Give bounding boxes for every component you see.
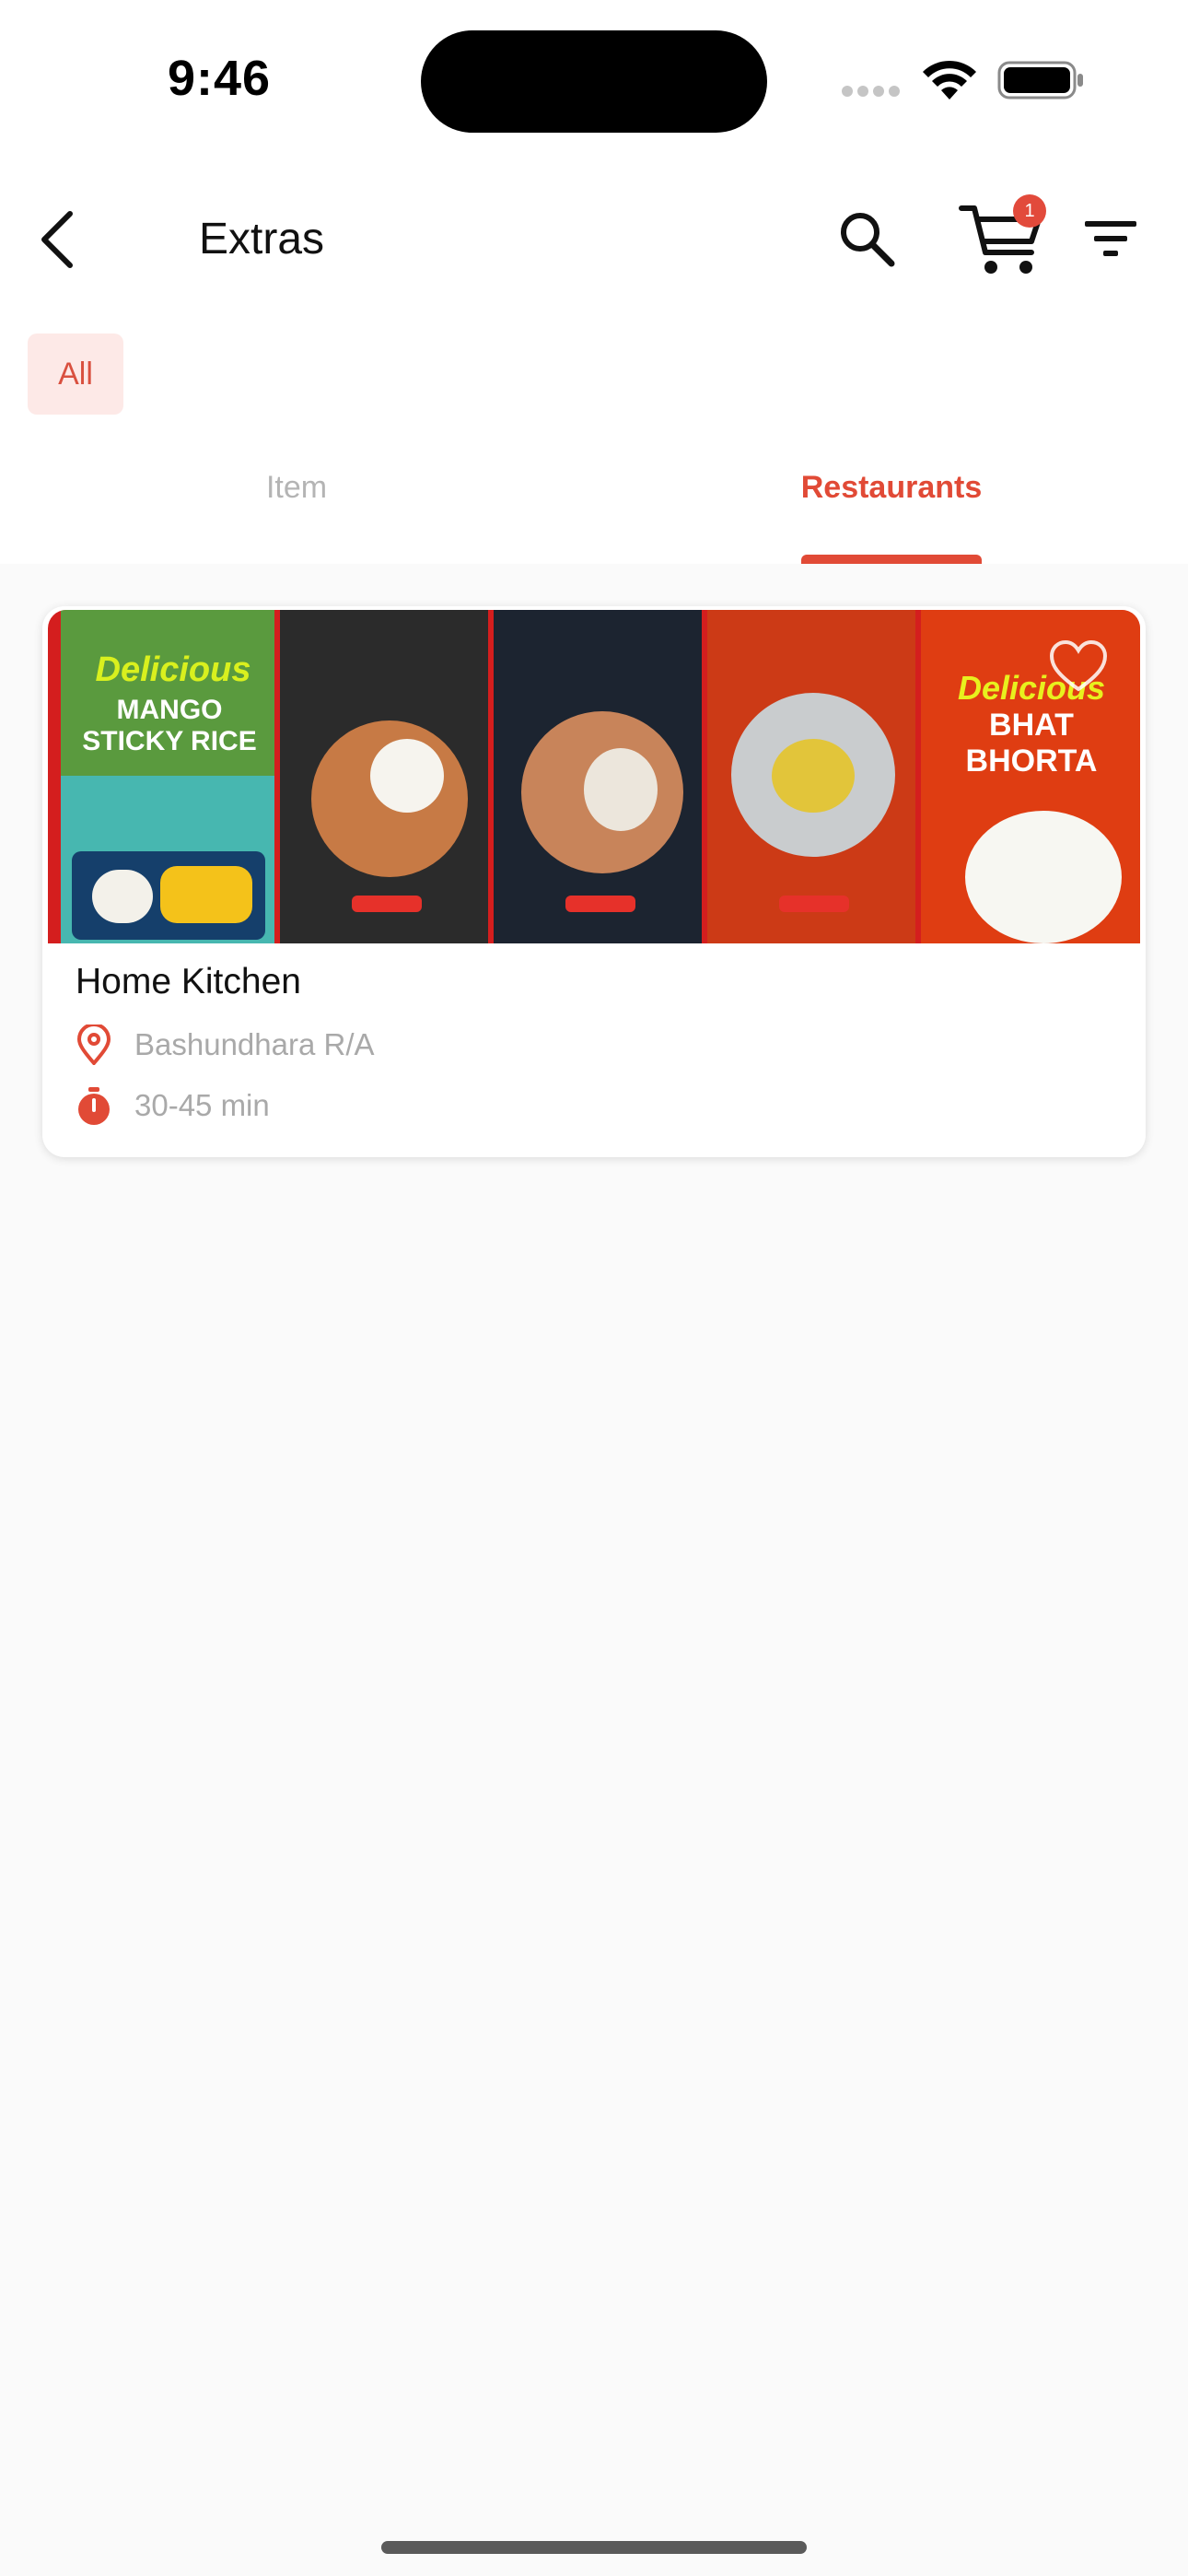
cellular-signal-icon (842, 85, 904, 98)
restaurant-location: Bashundhara R/A (134, 1027, 375, 1061)
dynamic-island (421, 30, 767, 133)
tab-restaurants[interactable]: Restaurants (783, 470, 1000, 506)
timer-icon (78, 1087, 110, 1125)
page-title: Extras (199, 215, 325, 263)
banner-panel-dish (494, 610, 702, 943)
location-pin-icon (76, 1025, 111, 1065)
cart-count-badge: 1 (1013, 194, 1046, 228)
restaurant-location-row: Bashundhara R/A (76, 1025, 375, 1065)
filter-chip-all[interactable]: All (28, 334, 123, 415)
battery-icon (997, 61, 1083, 100)
banner-panel-mango: Delicious MANGO STICKY RICE (61, 610, 274, 943)
active-tab-indicator (801, 555, 982, 564)
banner-subheadline: MANGO STICKY RICE (82, 695, 257, 756)
banner-panel-dish (707, 610, 915, 943)
banner-panel-dish (280, 610, 488, 943)
banner-subheadline: BHAT BHORTA (965, 708, 1098, 779)
wifi-icon (923, 60, 976, 100)
delivery-time: 30-45 min (134, 1088, 270, 1122)
restaurant-time-row: 30-45 min (76, 1085, 270, 1126)
status-time: 9:46 (168, 51, 272, 106)
tab-item[interactable]: Item (212, 470, 381, 506)
banner-headline: Delicious (95, 650, 251, 689)
restaurant-card[interactable]: Delicious MANGO STICKY RICE Delicious BH… (42, 606, 1146, 1157)
back-button[interactable] (33, 206, 88, 273)
filter-button[interactable] (1083, 217, 1138, 262)
favorite-heart-icon[interactable] (1048, 639, 1109, 693)
restaurant-banner-image: Delicious MANGO STICKY RICE Delicious BH… (48, 610, 1140, 943)
search-button[interactable] (836, 208, 899, 271)
restaurant-name: Home Kitchen (76, 962, 301, 1001)
home-indicator[interactable] (381, 2541, 807, 2554)
